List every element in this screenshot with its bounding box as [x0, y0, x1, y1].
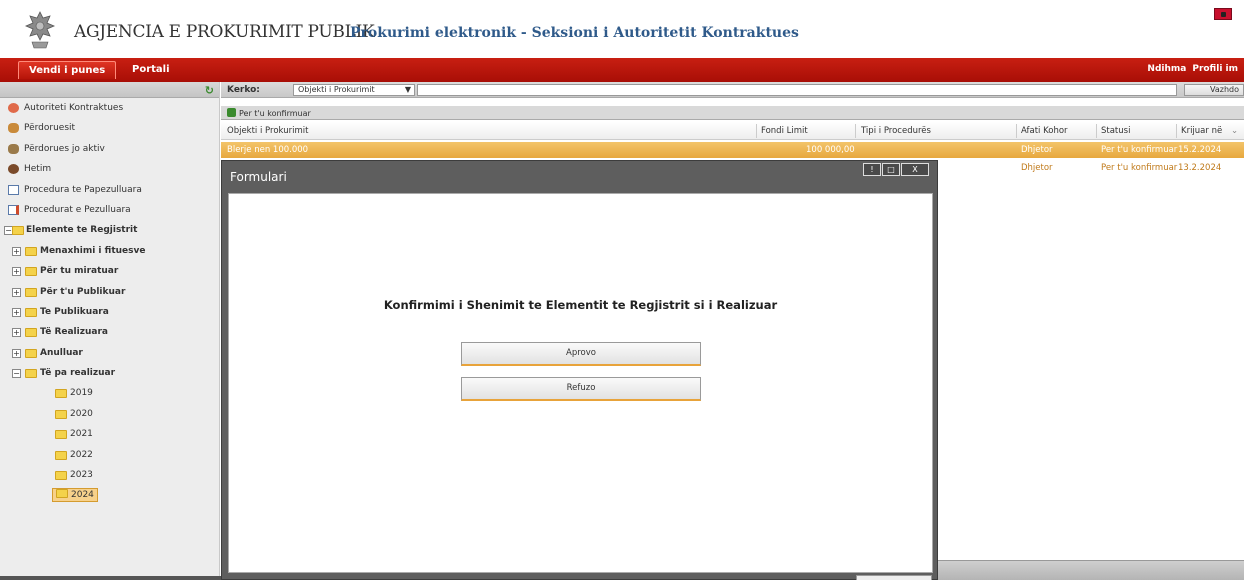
confirmation-message: Konfirmimi i Shenimit te Elementit te Re… [383, 298, 778, 312]
section-subtitle: Prokurimi elektronik - Seksioni i Autori… [350, 25, 799, 41]
sidebar-item-jo-aktiv[interactable]: Përdorues jo aktiv [0, 139, 219, 159]
help-link[interactable]: Ndihma [1147, 64, 1186, 74]
tree-year-2022[interactable]: 2022 [0, 445, 219, 465]
building-icon [8, 103, 19, 113]
chevron-down-icon: ▼ [404, 85, 411, 94]
main-nav-bar: Vendi i punes Portali Ndihma Profili im [0, 58, 1244, 82]
confirm-filter-button[interactable]: Per t'u konfirmuar [227, 108, 311, 118]
folder-icon [25, 246, 37, 256]
albanian-flag-icon[interactable] [1214, 8, 1232, 20]
sidebar-item-papezulluara[interactable]: Procedura te Papezulluara [0, 180, 219, 200]
column-krijuar[interactable]: Krijuar në [1181, 126, 1222, 136]
sort-desc-icon[interactable]: ⌄ [1231, 126, 1238, 136]
sidebar-toolbar: ↻ [0, 82, 219, 98]
maximize-icon[interactable]: □ [882, 163, 900, 176]
column-tipi[interactable]: Tipi i Procedurës [861, 126, 931, 136]
suspended-table-icon [8, 204, 19, 215]
search-field-select[interactable]: Objekti i Prokurimit ▼ [293, 84, 415, 96]
expand-icon[interactable]: + [12, 287, 21, 297]
inactive-users-icon [8, 143, 19, 154]
tree-item-publikuara[interactable]: + Te Publikuara [0, 302, 219, 322]
tree-year-2020[interactable]: 2020 [0, 404, 219, 424]
modal-body: Konfirmimi i Shenimit te Elementit te Re… [228, 193, 933, 573]
tree-item-menaxhimi[interactable]: + Menaxhimi i fituesve [0, 241, 219, 261]
search-input[interactable] [417, 84, 1177, 96]
reject-button[interactable]: Refuzo [461, 377, 701, 401]
modal-window-controls: ! □ X [862, 163, 929, 176]
tree-root-elemente[interactable]: − Elemente te Regjistrit [0, 220, 219, 240]
expand-icon[interactable]: + [12, 307, 21, 317]
sidebar-item-pezulluara[interactable]: Procedurat e Pezulluara [0, 200, 219, 220]
sidebar-item-hetim[interactable]: Hetim [0, 159, 219, 179]
expand-icon[interactable]: + [12, 328, 21, 338]
folder-icon [12, 226, 24, 236]
search-bar: Kerko: Objekti i Prokurimit ▼ Vazhdo [221, 82, 1244, 98]
folder-icon [25, 307, 37, 317]
tree-year-2023[interactable]: 2023 [0, 465, 219, 485]
folder-icon [25, 328, 37, 338]
folder-icon [55, 471, 67, 481]
check-icon [227, 108, 236, 117]
column-objekti[interactable]: Objekti i Prokurimit [227, 126, 308, 136]
profile-link[interactable]: Profili im [1192, 64, 1238, 74]
help-icon[interactable]: ! [863, 163, 881, 176]
agency-title: AGJENCIA E PROKURIMIT PUBLIK [74, 22, 375, 42]
coat-of-arms-logo [24, 11, 56, 49]
tree-year-2019[interactable]: 2019 [0, 383, 219, 403]
folder-icon [25, 348, 37, 358]
column-statusi[interactable]: Statusi [1101, 126, 1130, 136]
folder-icon [25, 267, 37, 277]
folder-icon [55, 430, 67, 440]
tree-item-pa-realizuar[interactable]: − Të pa realizuar [0, 363, 219, 383]
investigation-icon [8, 164, 19, 175]
expand-icon[interactable]: + [12, 246, 21, 256]
column-afati[interactable]: Afati Kohor [1021, 126, 1068, 136]
folder-icon [55, 409, 67, 419]
close-icon[interactable]: X [901, 163, 929, 176]
app-header: AGJENCIA E PROKURIMIT PUBLIK Prokurimi e… [0, 0, 1244, 58]
tree-year-2021[interactable]: 2021 [0, 424, 219, 444]
continue-button[interactable]: Vazhdo [1184, 84, 1244, 96]
modal-footer-button[interactable] [856, 575, 932, 580]
tab-portali[interactable]: Portali [122, 61, 180, 79]
expand-icon[interactable]: + [12, 267, 21, 277]
grid-column-headers: Objekti i Prokurimit Fondi Limit Tipi i … [221, 122, 1244, 140]
tree-year-2024[interactable]: 2024 [0, 485, 219, 505]
table-row[interactable]: Blerje nen 100.000 100 000,00 Dhjetor Pe… [221, 142, 1244, 158]
tree-item-realizuara[interactable]: + Të Realizuara [0, 322, 219, 342]
form-modal: Formulari ! □ X Konfirmimi i Shenimit te… [221, 160, 938, 580]
users-icon [8, 123, 19, 134]
folder-icon [25, 287, 37, 297]
status-bar [938, 560, 1244, 580]
sidebar-item-autoriteti[interactable]: Autoriteti Kontraktues [0, 98, 219, 118]
tab-vendi-i-punes[interactable]: Vendi i punes [18, 61, 117, 79]
folder-icon [55, 450, 67, 460]
sidebar-item-perdoruesit[interactable]: Përdoruesit [0, 118, 219, 138]
approve-button[interactable]: Aprovo [461, 342, 701, 366]
tree-item-per-publikuar[interactable]: + Për t'u Publikuar [0, 282, 219, 302]
grid-toolbar: Per t'u konfirmuar [221, 106, 1244, 120]
top-right-links: Ndihma Profili im [1147, 64, 1244, 74]
refresh-icon[interactable]: ↻ [205, 84, 214, 97]
tree-item-anulluar[interactable]: + Anulluar [0, 343, 219, 363]
expand-icon[interactable]: + [12, 348, 21, 358]
tree-item-miratuar[interactable]: + Për tu miratuar [0, 261, 219, 281]
folder-icon [56, 489, 68, 499]
modal-title: Formulari [230, 170, 287, 184]
sidebar-bottom-edge [0, 576, 221, 580]
column-fondi[interactable]: Fondi Limit [761, 126, 808, 136]
sidebar-nav: Autoriteti Kontraktues Përdoruesit Përdo… [0, 98, 219, 506]
search-label: Kerko: [227, 85, 260, 95]
table-icon [8, 184, 19, 195]
collapse-icon[interactable]: − [12, 369, 21, 379]
folder-icon [25, 369, 37, 379]
folder-icon [55, 389, 67, 399]
sidebar: ↻ Autoriteti Kontraktues Përdoruesit Për… [0, 82, 220, 576]
